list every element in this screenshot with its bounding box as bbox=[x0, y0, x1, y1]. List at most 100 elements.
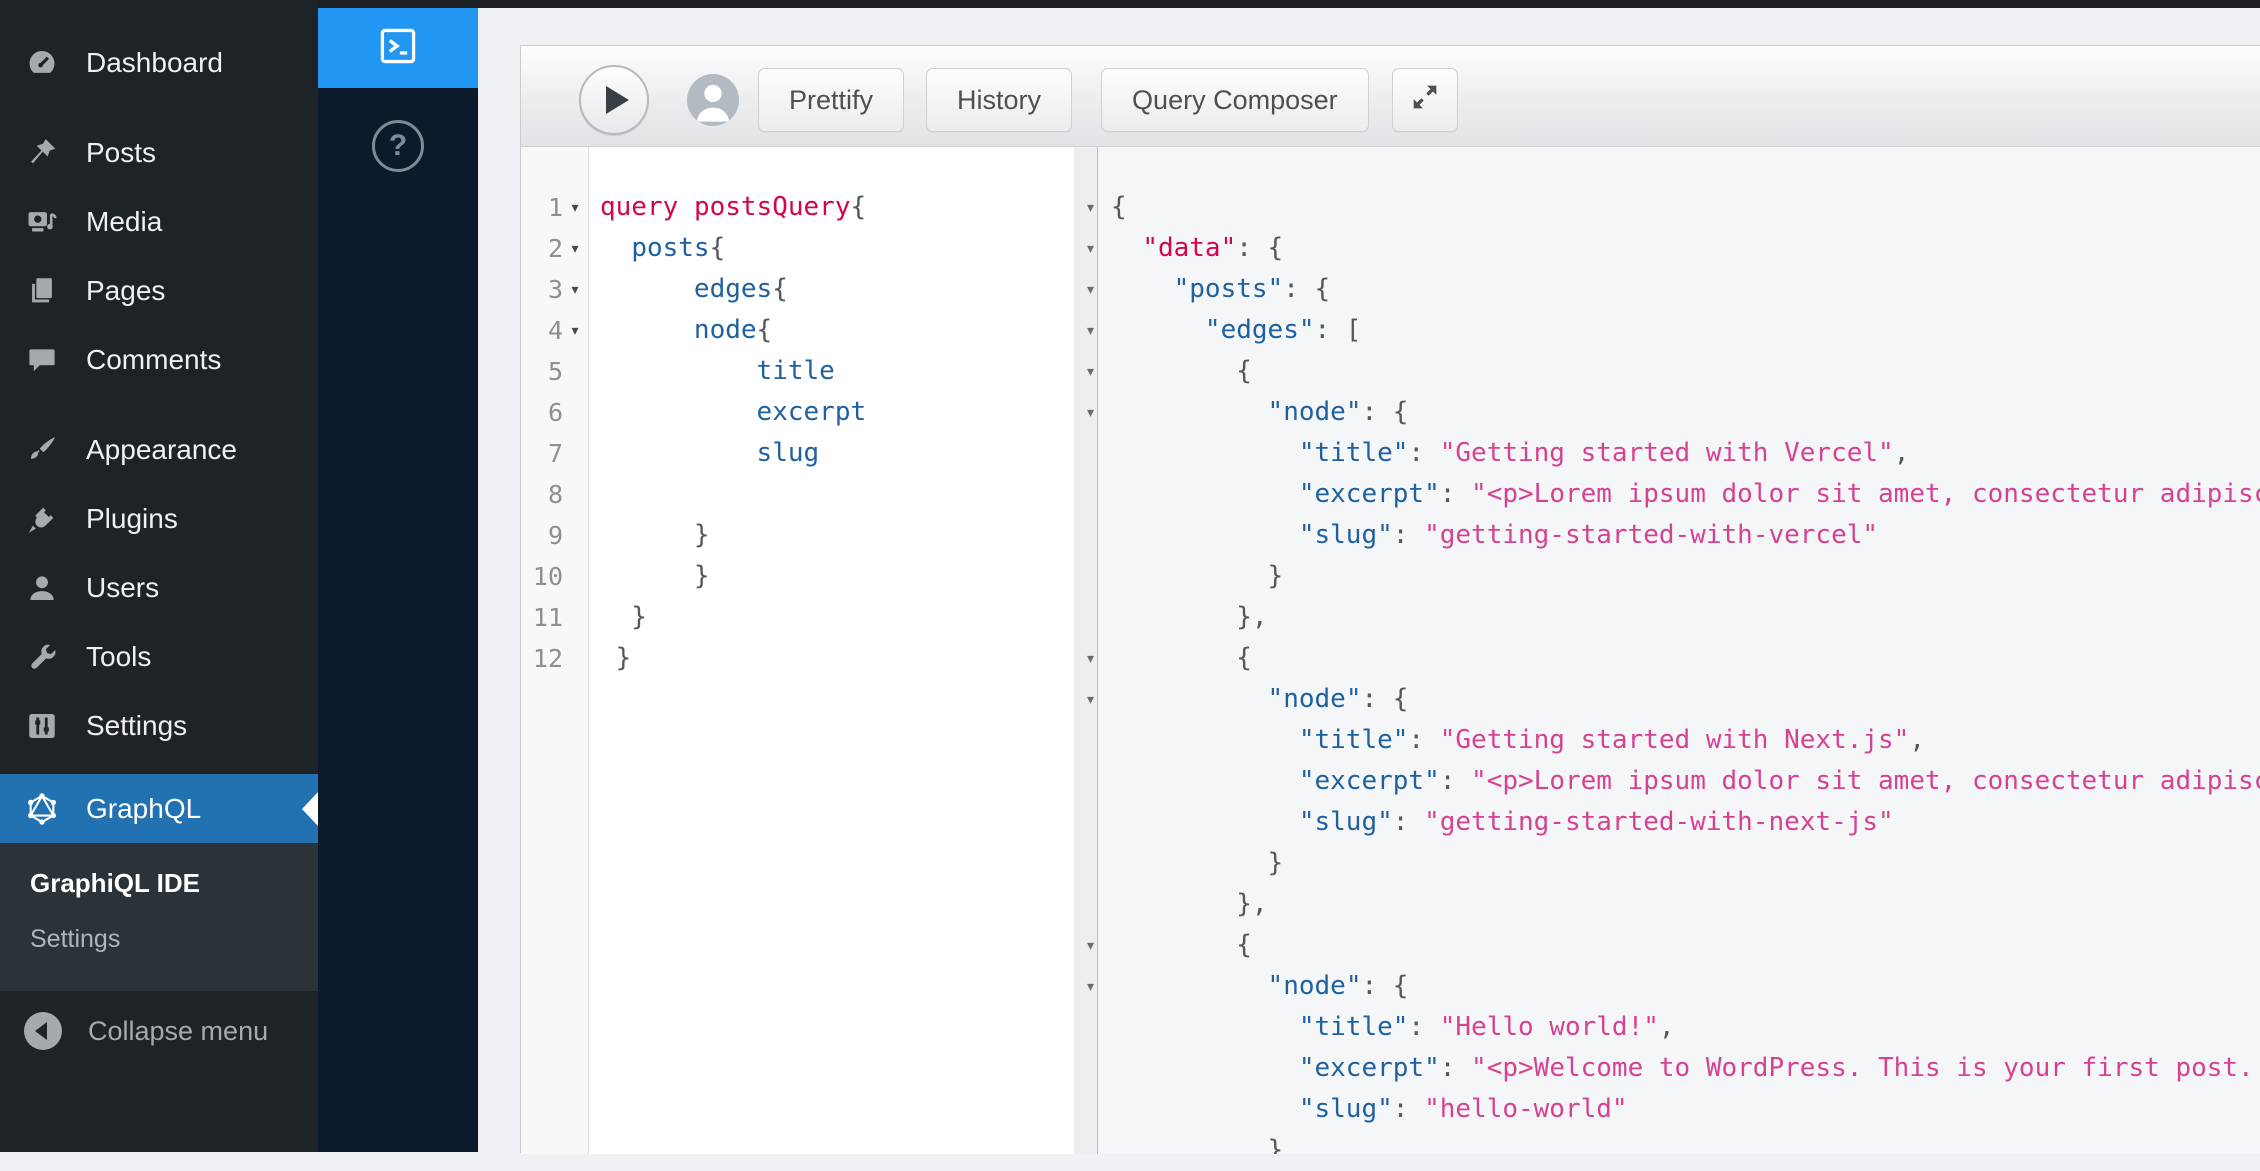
result-json-line: "title": "Getting started with Next.js", bbox=[1111, 720, 2260, 761]
sidebar-item-media[interactable]: Media bbox=[0, 187, 318, 256]
query-code-line: } bbox=[600, 515, 1074, 556]
result-fold-toggle-icon[interactable]: ▾ bbox=[1074, 228, 1097, 269]
result-fold-toggle-icon[interactable]: ▾ bbox=[1074, 638, 1097, 679]
line-number: 12 bbox=[521, 638, 563, 679]
pages-icon bbox=[24, 273, 60, 309]
result-json-line: { bbox=[1111, 351, 2260, 392]
avatar[interactable] bbox=[687, 74, 739, 126]
line-number: 9 bbox=[521, 515, 563, 556]
result-json-line: }, bbox=[1111, 884, 2260, 925]
query-code-line: title bbox=[600, 351, 1074, 392]
line-number: 3 bbox=[521, 269, 563, 310]
result-fold-spacer bbox=[1074, 1130, 1097, 1171]
gutter-row: 10 bbox=[521, 556, 588, 597]
result-json-line: "slug": "hello-world" bbox=[1111, 1089, 2260, 1130]
result-fold-spacer bbox=[1074, 515, 1097, 556]
fold-toggle-icon[interactable]: ▾ bbox=[563, 281, 587, 298]
result-fold-spacer bbox=[1074, 597, 1097, 638]
result-json-line: { bbox=[1111, 638, 2260, 679]
sidebar-item-label: Dashboard bbox=[86, 47, 223, 79]
collapse-arrow-icon bbox=[24, 1012, 62, 1050]
collapse-menu-label: Collapse menu bbox=[88, 1016, 268, 1047]
sidebar-item-tools[interactable]: Tools bbox=[0, 622, 318, 691]
wp-admin-menu: Dashboard Posts Media Pages Comments bbox=[0, 0, 318, 1061]
gutter-row: 1▾ bbox=[521, 187, 588, 228]
result-fold-spacer bbox=[1074, 433, 1097, 474]
pushpin-icon bbox=[24, 135, 60, 171]
query-code-line: query postsQuery{ bbox=[600, 187, 1074, 228]
result-fold-spacer bbox=[1074, 1089, 1097, 1130]
submenu-item-graphql-settings[interactable]: Settings bbox=[0, 911, 318, 967]
query-code-line: edges{ bbox=[600, 269, 1074, 310]
help-button[interactable]: ? bbox=[318, 118, 478, 174]
gutter-row: 12 bbox=[521, 638, 588, 679]
sidebar-item-users[interactable]: Users bbox=[0, 553, 318, 622]
sidebar-item-appearance[interactable]: Appearance bbox=[0, 415, 318, 484]
result-fold-toggle-icon[interactable]: ▾ bbox=[1074, 679, 1097, 720]
submenu-item-label: Settings bbox=[30, 925, 120, 954]
line-number: 2 bbox=[521, 228, 563, 269]
result-json-line: } bbox=[1111, 843, 2260, 884]
paintbrush-icon bbox=[24, 432, 60, 468]
result-fold-toggle-icon[interactable]: ▾ bbox=[1074, 269, 1097, 310]
gutter-row: 4▾ bbox=[521, 310, 588, 351]
gutter-row: 11 bbox=[521, 597, 588, 638]
result-fold-toggle-icon[interactable]: ▾ bbox=[1074, 392, 1097, 433]
graphiql-activity-bar: ? bbox=[318, 0, 478, 1152]
fold-toggle-icon[interactable]: ▾ bbox=[563, 240, 587, 257]
sidebar-item-label: Pages bbox=[86, 275, 165, 307]
result-json-line: "node": { bbox=[1111, 679, 2260, 720]
fullscreen-button[interactable] bbox=[1392, 68, 1458, 132]
submenu-item-graphiql-ide[interactable]: GraphiQL IDE bbox=[0, 855, 318, 911]
plug-icon bbox=[24, 501, 60, 537]
graphql-submenu: GraphiQL IDE Settings bbox=[0, 843, 318, 991]
collapse-menu-button[interactable]: Collapse menu bbox=[0, 1001, 318, 1061]
sidebar-item-pages[interactable]: Pages bbox=[0, 256, 318, 325]
result-json-line: "edges": [ bbox=[1111, 310, 2260, 351]
result-fold-toggle-icon[interactable]: ▾ bbox=[1074, 966, 1097, 1007]
result-json-line: "excerpt": "<p>Welcome to WordPress. Thi… bbox=[1111, 1048, 2260, 1089]
result-fold-gutter: ▾▾▾▾▾▾▾▾▾▾ bbox=[1074, 147, 1098, 1154]
fold-toggle-icon[interactable]: ▾ bbox=[563, 322, 587, 339]
result-fold-toggle-icon[interactable]: ▾ bbox=[1074, 351, 1097, 392]
dashboard-icon bbox=[24, 45, 60, 81]
graphiql-panes: 1▾2▾3▾4▾56789101112 query postsQuery{ po… bbox=[521, 147, 2260, 1154]
result-fold-toggle-icon[interactable]: ▾ bbox=[1074, 310, 1097, 351]
gutter-row: 3▾ bbox=[521, 269, 588, 310]
sidebar-item-label: Tools bbox=[86, 641, 151, 673]
sidebar-item-graphql[interactable]: GraphQL bbox=[0, 774, 318, 843]
sidebar-item-plugins[interactable]: Plugins bbox=[0, 484, 318, 553]
sidebar-item-dashboard[interactable]: Dashboard bbox=[0, 28, 318, 97]
line-number: 7 bbox=[521, 433, 563, 474]
result-json-line: "slug": "getting-started-with-vercel" bbox=[1111, 515, 2260, 556]
result-json-line: "title": "Getting started with Vercel", bbox=[1111, 433, 2260, 474]
line-number: 10 bbox=[521, 556, 563, 597]
query-editor[interactable]: query postsQuery{ posts{ edges{ node{ ti… bbox=[589, 147, 1074, 1154]
submenu-item-label: GraphiQL IDE bbox=[30, 868, 200, 899]
line-number: 8 bbox=[521, 474, 563, 515]
sidebar-item-comments[interactable]: Comments bbox=[0, 325, 318, 394]
query-code-line: posts{ bbox=[600, 228, 1074, 269]
graphiql-ide-tab-button[interactable] bbox=[318, 8, 478, 88]
query-code-line: } bbox=[600, 556, 1074, 597]
query-composer-button[interactable]: Query Composer bbox=[1101, 68, 1369, 132]
sidebar-item-posts[interactable]: Posts bbox=[0, 118, 318, 187]
line-number: 5 bbox=[521, 351, 563, 392]
result-fold-spacer bbox=[1074, 802, 1097, 843]
wrench-icon bbox=[24, 639, 60, 675]
sidebar-item-settings[interactable]: Settings bbox=[0, 691, 318, 760]
query-code-line: excerpt bbox=[600, 392, 1074, 433]
result-fold-spacer bbox=[1074, 843, 1097, 884]
fold-toggle-icon[interactable]: ▾ bbox=[563, 199, 587, 216]
history-button[interactable]: History bbox=[926, 68, 1072, 132]
prettify-button[interactable]: Prettify bbox=[758, 68, 904, 132]
result-json-line: "slug": "getting-started-with-next-js" bbox=[1111, 802, 2260, 843]
result-fold-toggle-icon[interactable]: ▾ bbox=[1074, 187, 1097, 228]
result-fold-toggle-icon[interactable]: ▾ bbox=[1074, 925, 1097, 966]
wp-admin-sidebar: Dashboard Posts Media Pages Comments bbox=[0, 0, 318, 1152]
result-json-line: "node": { bbox=[1111, 392, 2260, 433]
execute-query-button[interactable] bbox=[579, 65, 649, 135]
query-code-line: } bbox=[600, 597, 1074, 638]
result-json-line: "title": "Hello world!", bbox=[1111, 1007, 2260, 1048]
user-icon bbox=[24, 570, 60, 606]
